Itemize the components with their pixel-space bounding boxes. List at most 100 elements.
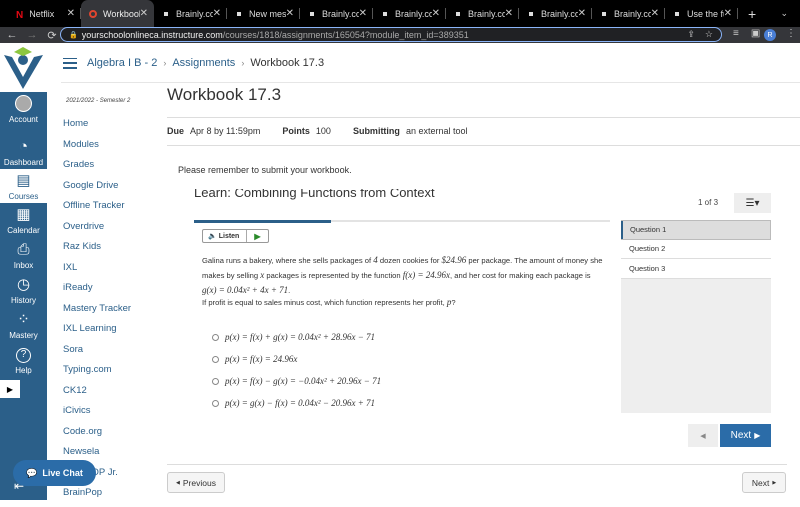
answer-choice[interactable]: p(x) = f(x) + g(x) = 0.04x² + 28.96x − 7… xyxy=(212,326,381,348)
answer-choice[interactable]: p(x) = g(x) − f(x) = 0.04x² − 20.96x + 7… xyxy=(212,392,381,414)
course-nav-item[interactable]: IXL Learning xyxy=(63,322,131,343)
global-nav-account[interactable]: Account xyxy=(0,92,47,126)
url-host: yourschoolonlineca.instructure.com xyxy=(81,29,223,40)
url-bar[interactable]: 🔒 yourschoolonlineca.instructure.com /co… xyxy=(60,27,722,42)
browser-tab[interactable]: Brainly.com✕ xyxy=(592,0,665,27)
triangle-left-icon: ◀ xyxy=(176,479,180,486)
global-nav-courses[interactable]: ▤ Courses xyxy=(0,169,47,203)
course-nav-item[interactable]: Overdrive xyxy=(63,220,131,241)
divider xyxy=(167,117,800,118)
close-tab-icon[interactable]: ✕ xyxy=(140,8,148,19)
browser-tab[interactable]: Use the fur✕ xyxy=(665,0,738,27)
breadcrumb-assignments[interactable]: Assignments xyxy=(172,57,235,69)
close-tab-icon[interactable]: ✕ xyxy=(724,8,732,19)
global-nav-history[interactable]: ◷ History xyxy=(0,273,47,307)
radio-button[interactable] xyxy=(212,377,219,385)
submitting-value: an external tool xyxy=(405,126,468,136)
course-nav-item[interactable]: Home xyxy=(63,117,131,138)
close-tab-icon[interactable]: ✕ xyxy=(213,8,221,19)
next-label: Next xyxy=(751,477,770,488)
course-nav-item[interactable]: Offline Tracker xyxy=(63,199,131,220)
breadcrumb-course[interactable]: Algebra I B - 2 xyxy=(87,57,157,69)
brainly-icon xyxy=(602,11,606,16)
course-nav-item[interactable]: IXL xyxy=(63,261,131,282)
tab-separator xyxy=(737,8,738,19)
course-nav-item[interactable]: Typing.com xyxy=(63,363,131,384)
course-nav-item[interactable]: Modules xyxy=(63,138,131,159)
close-tab-icon[interactable]: ✕ xyxy=(67,8,75,19)
course-nav-item[interactable]: Sora xyxy=(63,343,131,364)
points-value: 100 xyxy=(315,126,331,136)
reminder-text: Please remember to submit your workbook. xyxy=(178,165,352,175)
course-nav-item[interactable]: Grades xyxy=(63,158,131,179)
back-icon[interactable]: ← xyxy=(4,29,20,41)
global-nav-calendar[interactable]: ▦ Calendar xyxy=(0,203,47,237)
listen-button[interactable]: 🔈 Listen xyxy=(203,230,247,242)
browser-tab[interactable]: New messa✕ xyxy=(227,0,300,27)
answer-choice[interactable]: p(x) = f(x) = 24.96x xyxy=(212,348,381,370)
close-tab-icon[interactable]: ✕ xyxy=(286,8,294,19)
previous-question-button[interactable]: ◀ xyxy=(688,424,718,447)
browser-tab[interactable]: Brainly.com✕ xyxy=(446,0,519,27)
close-tab-icon[interactable]: ✕ xyxy=(432,8,440,19)
browser-tab[interactable]: N Netflix ✕ xyxy=(8,0,81,27)
choice-expression: p(x) = f(x) − g(x) = −0.04x² + 20.96x − … xyxy=(225,376,382,386)
points-label: Points xyxy=(282,126,310,136)
new-tab-icon[interactable]: + xyxy=(748,6,756,22)
course-nav-item[interactable]: BrainPop xyxy=(63,486,131,507)
browser-tab[interactable]: Brainly.com✕ xyxy=(300,0,373,27)
radio-button[interactable] xyxy=(212,399,219,407)
course-nav-item[interactable]: iCivics xyxy=(63,404,131,425)
listen-label: Listen xyxy=(218,232,240,240)
global-nav-label: Dashboard xyxy=(3,158,44,167)
global-nav-mastery[interactable]: ⁘ Mastery xyxy=(0,308,47,342)
previous-page-button[interactable]: ◀ Previous xyxy=(167,472,225,493)
course-nav-item[interactable]: Code.org xyxy=(63,425,131,446)
menu-kebab-icon[interactable]: ⋮ xyxy=(786,28,796,39)
profile-avatar[interactable]: R xyxy=(764,29,776,41)
next-question-button[interactable]: Next ▶ xyxy=(720,424,771,447)
next-question-label: Next xyxy=(730,430,752,441)
radio-button[interactable] xyxy=(212,333,219,341)
browser-tab[interactable]: Workbook 1✕ xyxy=(81,0,154,27)
course-nav-item[interactable]: Mastery Tracker xyxy=(63,302,131,323)
play-button[interactable]: ▶ xyxy=(247,230,268,242)
browser-tab[interactable]: Brainly.com✕ xyxy=(519,0,592,27)
reload-icon[interactable]: ⟳ xyxy=(44,29,60,42)
browser-tab[interactable]: Brainly.com✕ xyxy=(154,0,227,27)
question-text-segment: Galina runs a bakery, where she sells pa… xyxy=(202,256,374,265)
tab-search-chevron-icon[interactable]: ⌄ xyxy=(780,8,788,19)
browser-tab[interactable]: Brainly.com✕ xyxy=(373,0,446,27)
expand-toggle-button[interactable]: ▶ xyxy=(0,380,20,398)
share-icon[interactable]: ⇪ xyxy=(687,29,695,40)
course-nav-item[interactable]: Google Drive xyxy=(63,179,131,200)
close-tab-icon[interactable]: ✕ xyxy=(505,8,513,19)
close-tab-icon[interactable]: ✕ xyxy=(359,8,367,19)
radio-button[interactable] xyxy=(212,355,219,363)
side-panel-icon[interactable]: ▣ xyxy=(751,28,760,39)
question-nav-item[interactable]: Question 3 xyxy=(621,259,771,279)
question-list-dropdown[interactable]: ☰▾ xyxy=(734,193,771,213)
forward-icon[interactable]: → xyxy=(24,29,40,41)
course-nav-item[interactable]: Raz Kids xyxy=(63,240,131,261)
next-page-button[interactable]: Next ▶ xyxy=(742,472,786,493)
close-tab-icon[interactable]: ✕ xyxy=(578,8,586,19)
question-nav-item[interactable]: Question 2 xyxy=(621,239,771,259)
question-nav-item[interactable]: Question 1 xyxy=(621,220,771,240)
bookmark-star-icon[interactable]: ☆ xyxy=(705,29,713,40)
hamburger-menu-icon[interactable] xyxy=(63,57,77,69)
live-chat-button[interactable]: 💬 Live Chat xyxy=(13,460,96,486)
school-logo[interactable] xyxy=(0,43,47,92)
course-nav-item[interactable]: iReady xyxy=(63,281,131,302)
global-nav-help[interactable]: ? Help xyxy=(0,343,47,377)
answer-choice[interactable]: p(x) = f(x) − g(x) = −0.04x² + 20.96x − … xyxy=(212,370,381,392)
course-nav-item[interactable]: CK12 xyxy=(63,384,131,405)
global-nav-inbox[interactable]: ⎙ Inbox xyxy=(0,238,47,272)
tab-title: Use the fur xyxy=(687,8,724,19)
list-icon: ☰▾ xyxy=(745,197,760,209)
message-icon xyxy=(237,11,241,16)
global-nav-dashboard[interactable]: ◔ Dashboard xyxy=(0,135,47,169)
close-tab-icon[interactable]: ✕ xyxy=(651,8,659,19)
reading-list-icon[interactable]: ≡ xyxy=(733,28,739,39)
global-nav-label: Inbox xyxy=(13,261,34,270)
